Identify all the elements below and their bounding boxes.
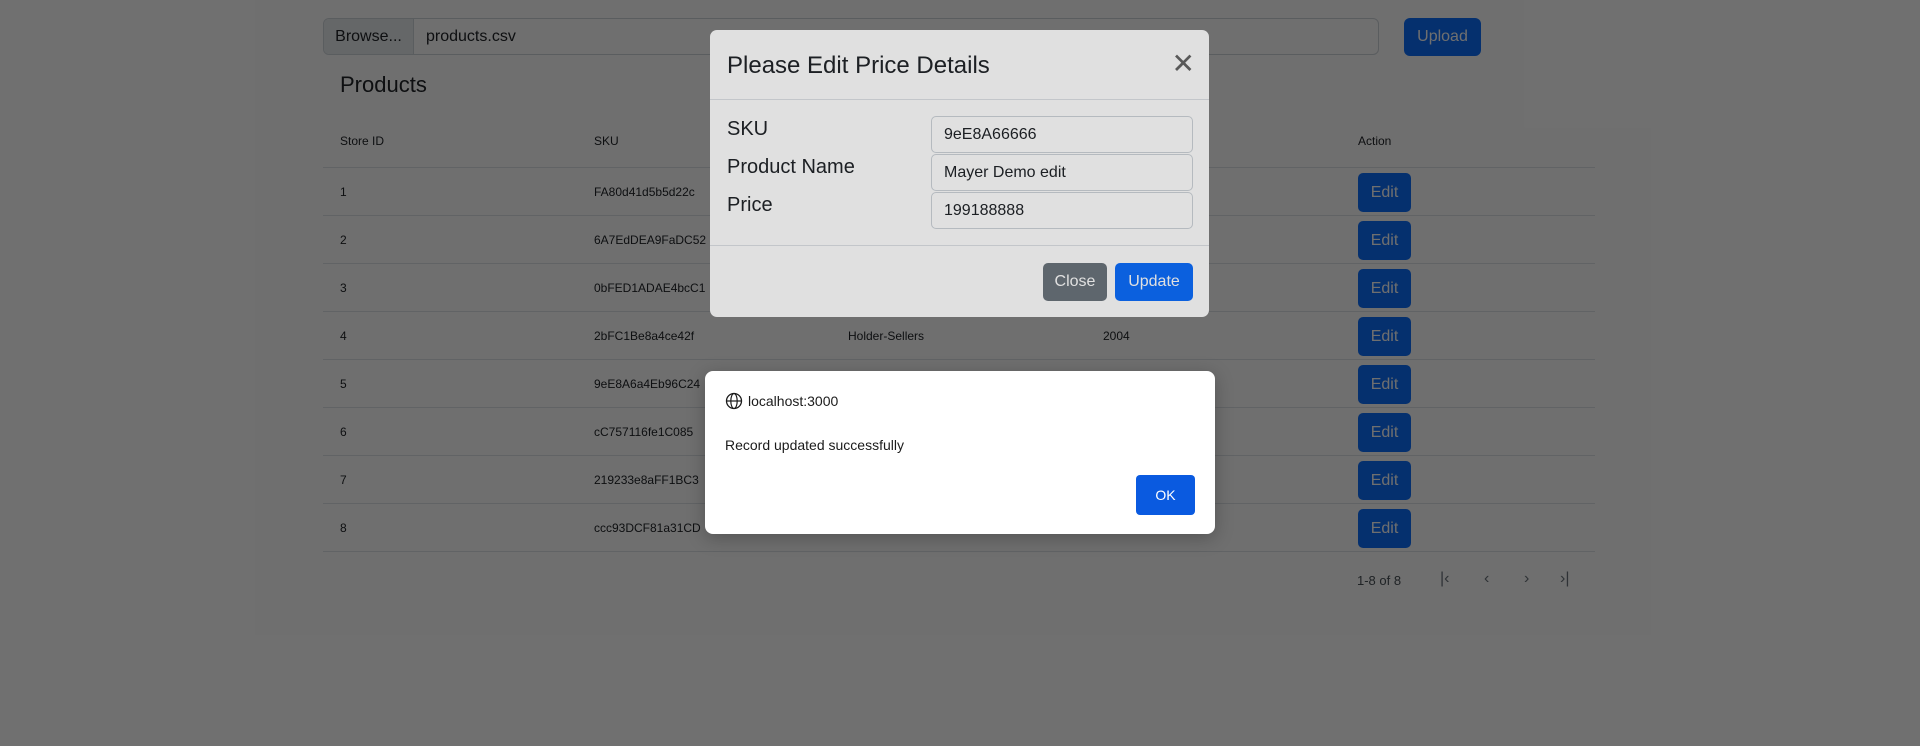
alert-origin: localhost:3000 [725,392,838,410]
globe-icon [725,392,743,410]
page: Browse... products.csv Upload Products S… [0,0,1920,746]
ok-button[interactable]: OK [1136,475,1195,515]
alert-origin-text: localhost:3000 [748,393,839,409]
alert-message: Record updated successfully [725,437,904,453]
alert-dialog: localhost:3000 Record updated successful… [705,371,1215,534]
